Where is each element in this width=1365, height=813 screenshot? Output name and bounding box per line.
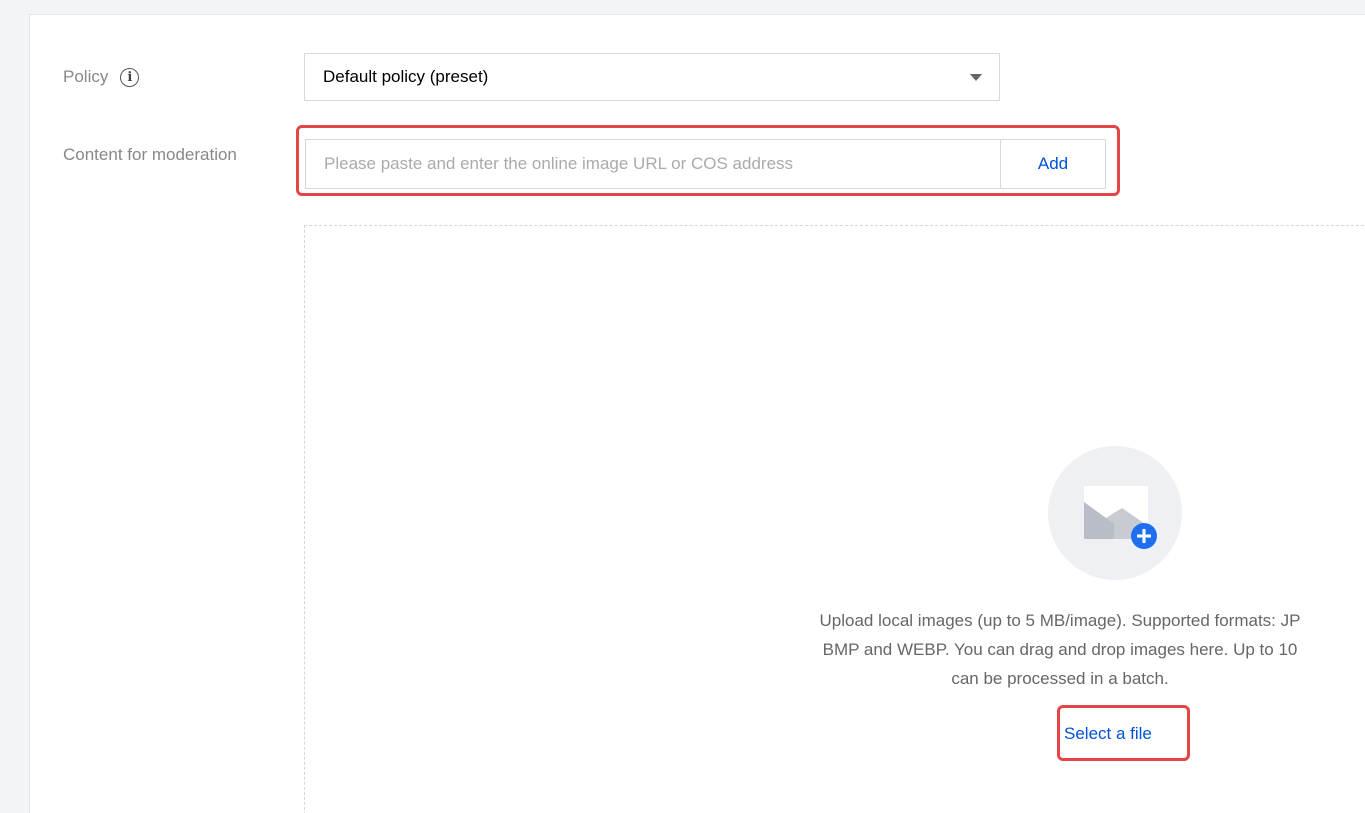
upload-description-line: Upload local images (up to 5 MB/image). …: [819, 611, 1301, 630]
url-input[interactable]: [306, 140, 1000, 188]
select-file-link[interactable]: Select a file: [1064, 724, 1152, 744]
content-field-label: Content for moderation: [63, 145, 237, 164]
upload-description: Upload local images (up to 5 MB/image). …: [730, 606, 1365, 693]
image-add-icon-graphic: [1084, 486, 1157, 549]
policy-select[interactable]: Default policy (preset): [304, 53, 1000, 101]
add-button[interactable]: Add: [1000, 140, 1105, 188]
caret-down-icon: [970, 74, 982, 81]
policy-label-text: Policy: [63, 67, 109, 86]
upload-description-line: can be processed in a batch.: [951, 669, 1169, 688]
upload-dropzone[interactable]: [304, 225, 1365, 813]
upload-description-line: BMP and WEBP. You can drag and drop imag…: [822, 640, 1298, 659]
url-input-group: Add: [305, 139, 1106, 189]
policy-field-label: Policy i: [63, 67, 140, 87]
moderation-form-panel: Policy i Default policy (preset) Content…: [29, 14, 1365, 813]
policy-selected-value: Default policy (preset): [323, 67, 489, 86]
info-icon[interactable]: i: [120, 67, 140, 87]
image-add-icon[interactable]: [1048, 446, 1182, 580]
